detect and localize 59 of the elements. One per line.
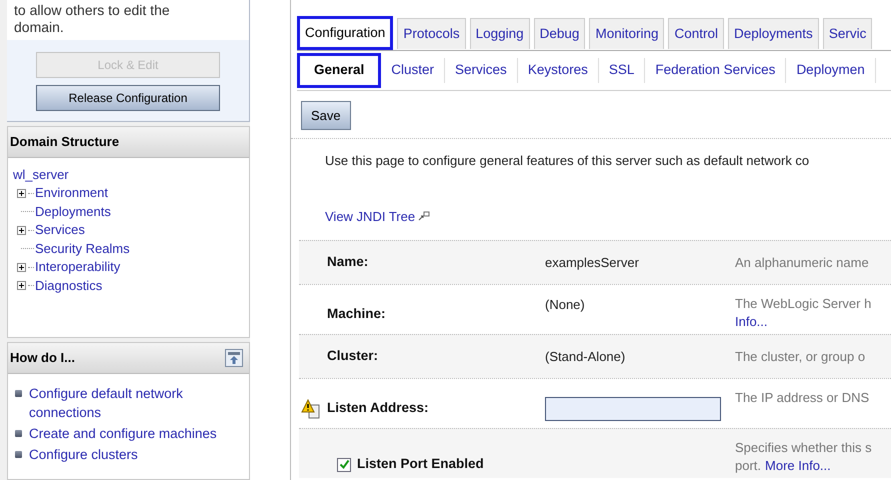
subtab[interactable]: Federation Services: [645, 58, 786, 82]
expand-icon[interactable]: [17, 188, 26, 198]
tab[interactable]: Servic: [822, 18, 872, 50]
subtab[interactable]: Deploymen: [786, 58, 876, 82]
bullet-icon: [15, 430, 22, 436]
tab[interactable]: Configuration: [297, 16, 394, 50]
release-configuration-button[interactable]: Release Configuration: [36, 85, 220, 111]
tree-item-link[interactable]: Interoperability: [35, 258, 120, 276]
save-button[interactable]: Save: [301, 100, 351, 130]
tab[interactable]: Control: [668, 18, 724, 50]
view-jndi-tree-link[interactable]: View JNDI Tree: [325, 206, 416, 226]
more-info-link[interactable]: More Info...: [765, 457, 831, 475]
tab[interactable]: Monitoring: [589, 18, 664, 50]
panel-header: Domain Structure: [8, 127, 249, 158]
subtab[interactable]: Services: [445, 58, 518, 82]
field-label: Listen Address:: [327, 399, 429, 418]
help-text: The IP address or DNS: [735, 389, 870, 407]
help-link[interactable]: Create and configure machines: [29, 424, 217, 442]
tree-item-link[interactable]: Security Realms: [35, 240, 130, 258]
subtab[interactable]: SSL: [598, 58, 646, 82]
tree-item-link[interactable]: Diagnostics: [35, 276, 102, 295]
tree-root-link[interactable]: wl_server: [13, 166, 244, 184]
tab[interactable]: Logging: [470, 18, 530, 50]
checkbox[interactable]: [337, 458, 351, 472]
bullet-icon: [15, 390, 22, 396]
change-center-text: to allow others to edit the domain.: [14, 2, 171, 36]
help-text: The cluster, or group o: [735, 348, 866, 366]
help-link[interactable]: Configure default network connections: [29, 384, 242, 422]
expand-icon[interactable]: [17, 262, 26, 272]
tree-item-link[interactable]: Deployments: [35, 202, 111, 221]
subtab[interactable]: Cluster: [381, 58, 446, 82]
help-text: Specifies whether this s: [735, 439, 872, 457]
help-text: port.: [735, 457, 762, 475]
panel-title: How do I...: [10, 349, 75, 367]
tab[interactable]: Debug: [534, 18, 586, 50]
tab[interactable]: Protocols: [397, 18, 466, 50]
expand-icon[interactable]: [17, 226, 26, 235]
field-label: Listen Port Enabled: [357, 455, 484, 474]
help-link[interactable]: Configure clusters: [29, 444, 138, 464]
field-label: Cluster:: [327, 347, 378, 366]
field-label: Name:: [327, 253, 368, 272]
field-value: examplesServer: [545, 254, 639, 270]
page-description: Use this page to configure general features of this server such as default network co: [325, 153, 810, 168]
tree-item-link[interactable]: Environment: [35, 184, 108, 202]
tree-item-link[interactable]: Services: [35, 221, 85, 240]
subtab[interactable]: Keystores: [518, 58, 599, 82]
bullet-icon: [15, 450, 22, 458]
text-input[interactable]: [545, 397, 721, 421]
tab[interactable]: Deployments: [728, 18, 819, 50]
field-label: Machine:: [327, 305, 386, 324]
external-link-icon: [418, 211, 430, 222]
help-text: An alphanumeric name: [735, 254, 869, 272]
field-value: (None): [545, 297, 585, 312]
expand-icon[interactable]: [17, 281, 26, 290]
subtab[interactable]: General: [297, 53, 382, 88]
restore-icon[interactable]: [225, 348, 243, 367]
help-text: The WebLogic Server h: [735, 295, 872, 313]
more-info-link[interactable]: Info...: [735, 313, 872, 331]
field-value: (Stand-Alone): [545, 348, 626, 364]
